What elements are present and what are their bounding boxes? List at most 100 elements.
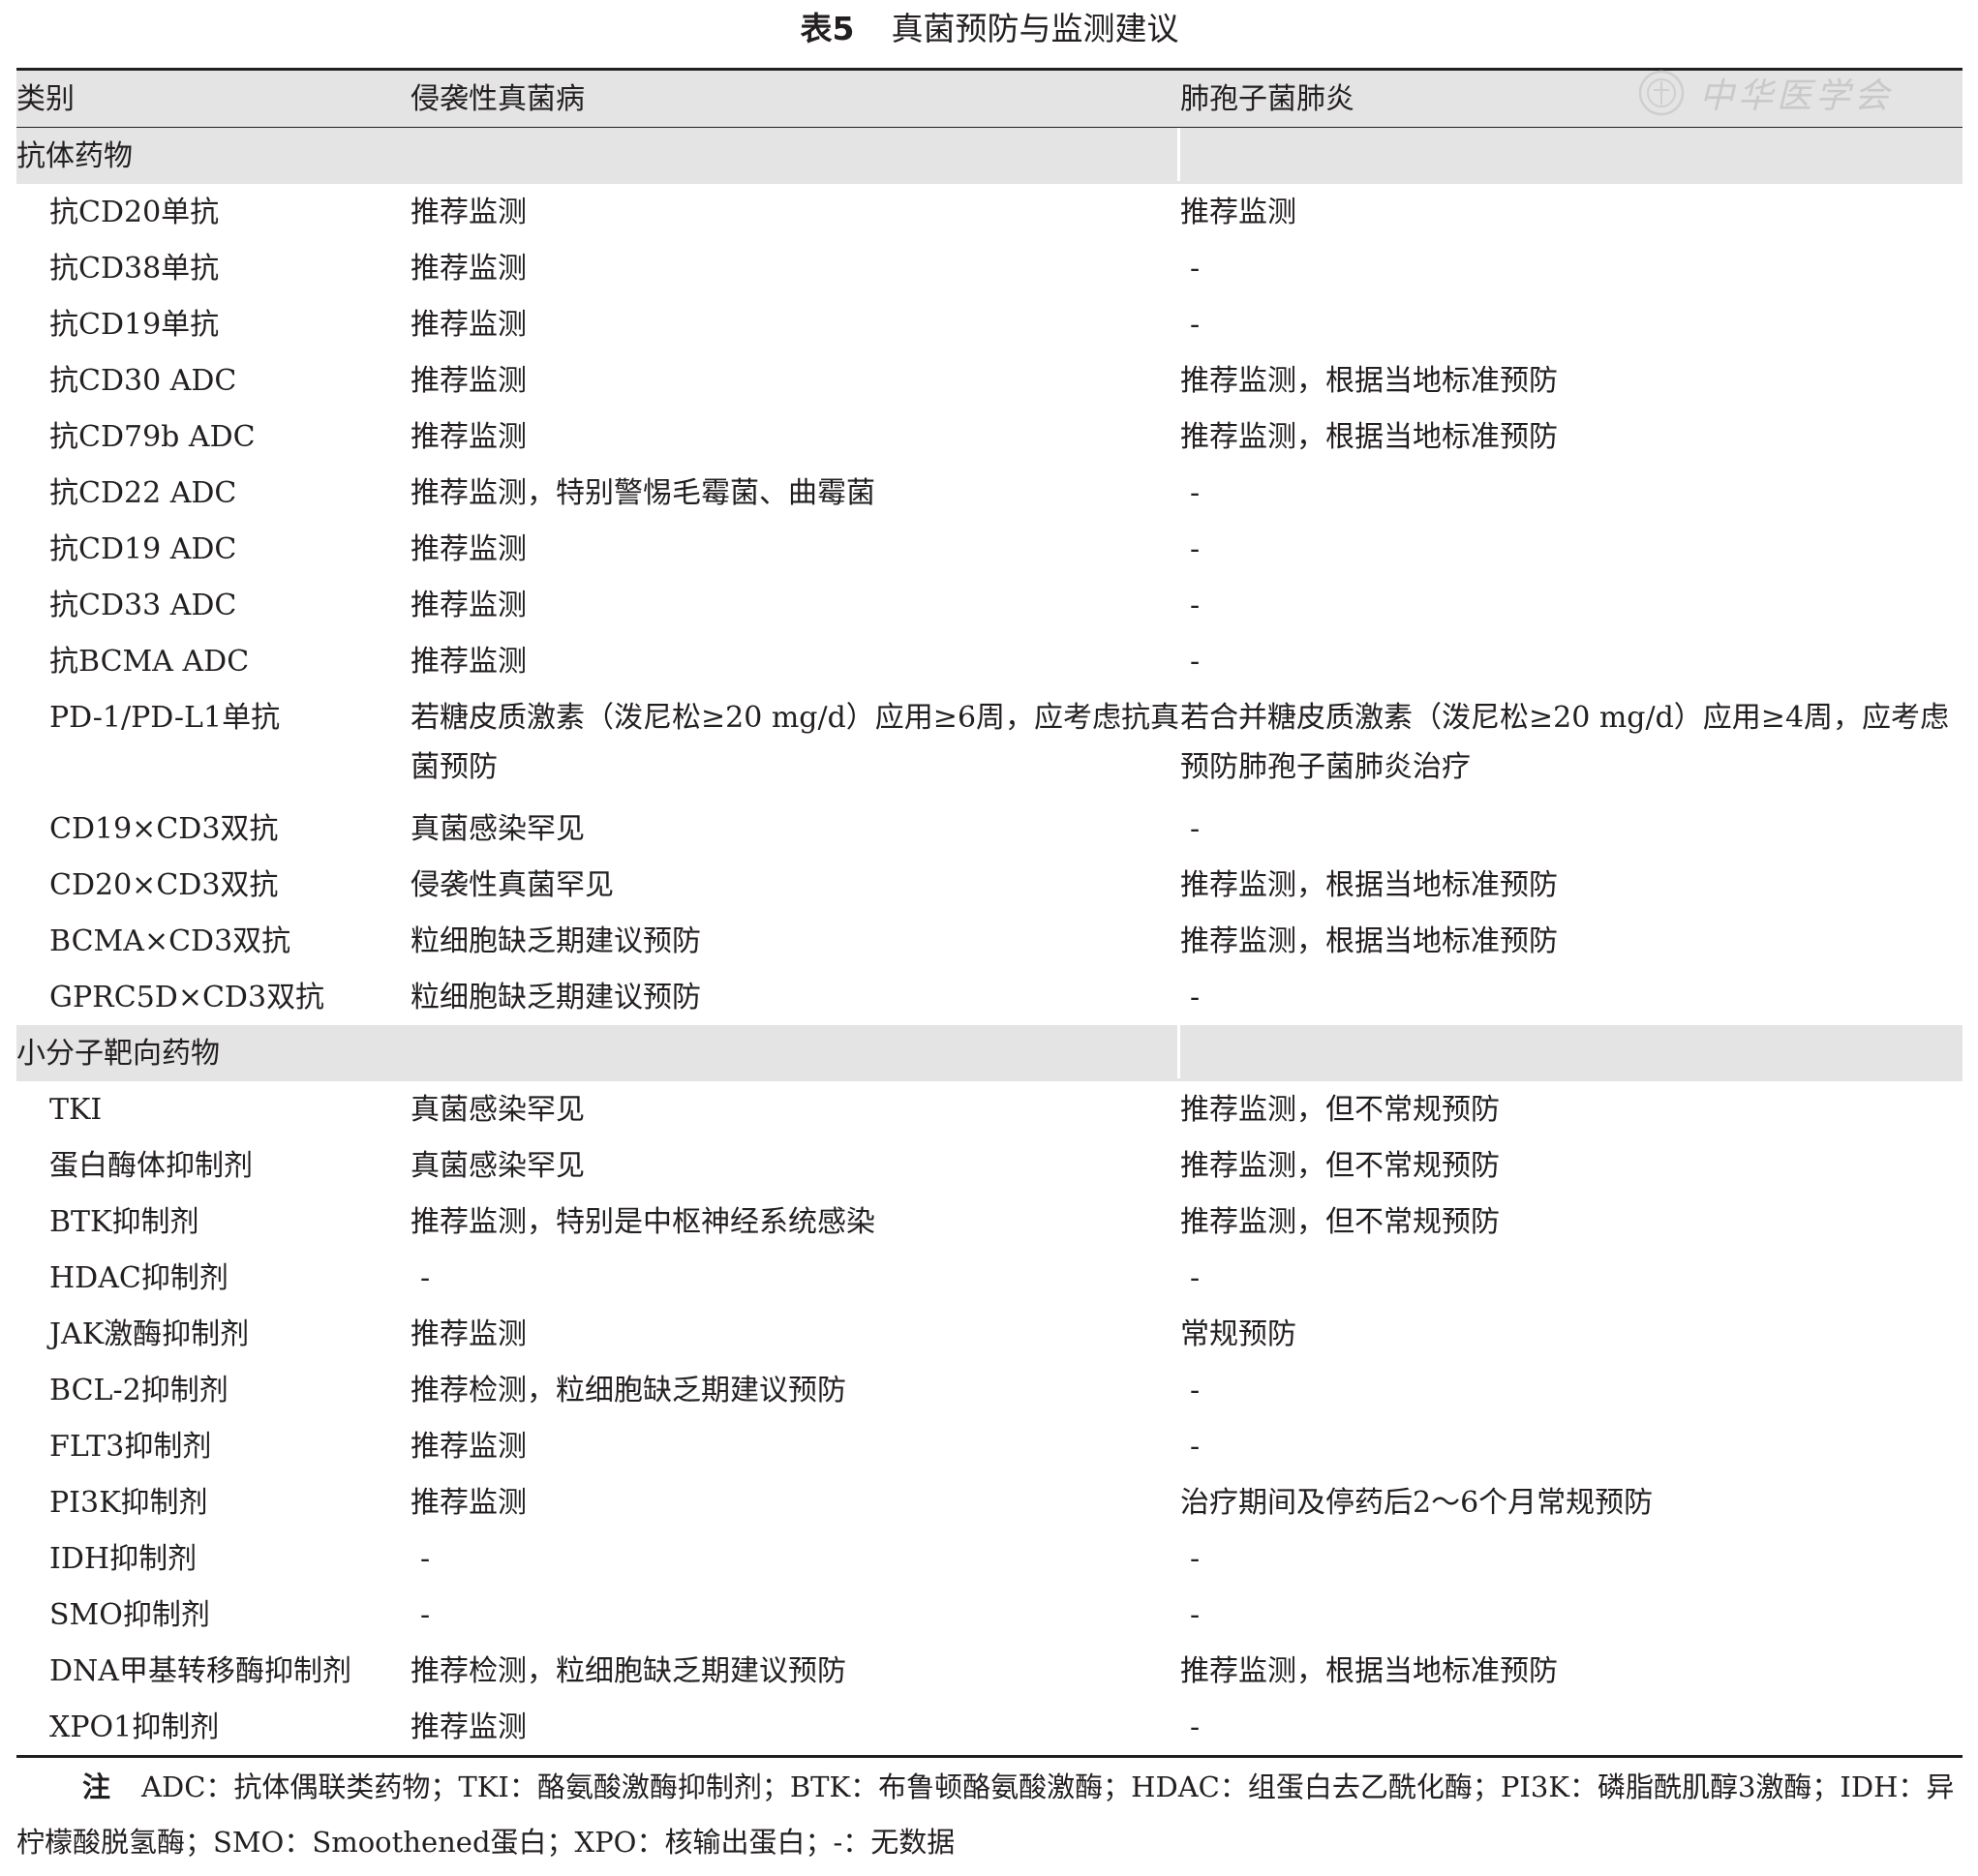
drug-name-cell: CD20×CD3双抗 — [49, 868, 279, 902]
drug-name-cell: 抗CD79b ADC — [49, 420, 256, 454]
drug-name-cell: SMO抑制剂 — [49, 1598, 210, 1632]
column-header-category: 类别 — [16, 82, 75, 116]
drug-name-cell: HDAC抑制剂 — [49, 1261, 228, 1295]
table-row: 抗CD19 ADC 推荐监测 - — [16, 521, 1963, 577]
invasive-fungal-cell: 推荐监测 — [411, 196, 527, 229]
drug-name-cell: PD-1/PD-L1单抗 — [49, 701, 281, 735]
society-seal-icon — [1638, 70, 1685, 116]
table-row: IDH抑制剂 - - — [16, 1530, 1963, 1587]
table-title: 真菌预防与监测建议 — [891, 10, 1179, 47]
table-row: CD20×CD3双抗 侵袭性真菌罕见 推荐监测，根据当地标准预防 — [16, 857, 1963, 913]
pneumocystis-cell: 治疗期间及停药后2～6个月常规预防 — [1180, 1486, 1654, 1520]
table-row: CD19×CD3双抗 真菌感染罕见 - — [16, 801, 1963, 857]
table-row: GPRC5D×CD3双抗 粒细胞缺乏期建议预防 - — [16, 969, 1963, 1025]
table-row: BTK抑制剂 推荐监测，特别是中枢神经系统感染 推荐监测，但不常规预防 — [16, 1194, 1963, 1250]
footnote-label: 注 — [82, 1770, 111, 1803]
drug-name-cell: 抗CD22 ADC — [49, 476, 237, 510]
invasive-fungal-cell: 推荐检测，粒细胞缺乏期建议预防 — [411, 1654, 846, 1688]
section-title: 抗体药物 — [16, 128, 1180, 181]
pneumocystis-cell: 推荐监测，根据当地标准预防 — [1180, 924, 1558, 958]
invasive-fungal-cell: 真菌感染罕见 — [411, 812, 585, 846]
section-empty-cell — [1180, 128, 1963, 132]
drug-name-cell: FLT3抑制剂 — [49, 1430, 212, 1464]
invasive-fungal-cell: 推荐监测 — [411, 532, 527, 566]
pneumocystis-cell: - — [1190, 252, 1201, 286]
table-row: TKI 真菌感染罕见 推荐监测，但不常规预防 — [16, 1081, 1963, 1137]
pneumocystis-cell: - — [1190, 1374, 1201, 1407]
invasive-fungal-cell: 推荐检测，粒细胞缺乏期建议预防 — [411, 1374, 846, 1407]
pneumocystis-cell: 推荐监测，但不常规预防 — [1180, 1205, 1500, 1239]
invasive-fungal-cell: 推荐监测 — [411, 420, 527, 454]
table-body: 抗体药物 抗CD20单抗 推荐监测 推荐监测 抗CD38单抗 推荐监测 - 抗CD19单抗 推荐… — [16, 128, 1963, 1755]
drug-name-cell: 抗BCMA ADC — [49, 645, 250, 679]
pneumocystis-cell: 推荐监测，但不常规预防 — [1180, 1093, 1500, 1127]
pneumocystis-cell: 推荐监测，根据当地标准预防 — [1180, 420, 1558, 454]
pneumocystis-cell: 推荐监测 — [1180, 196, 1296, 229]
pneumocystis-cell: - — [1190, 1430, 1201, 1464]
pneumocystis-cell: - — [1190, 1598, 1201, 1632]
invasive-fungal-cell: 推荐监测 — [411, 364, 527, 398]
pneumocystis-cell: - — [1190, 532, 1201, 566]
pneumocystis-cell: - — [1190, 645, 1201, 679]
pneumocystis-cell: - — [1190, 1710, 1201, 1744]
table-row: 抗BCMA ADC 推荐监测 - — [16, 633, 1963, 689]
pneumocystis-cell: - — [1190, 1261, 1201, 1295]
table-row: BCMA×CD3双抗 粒细胞缺乏期建议预防 推荐监测，根据当地标准预防 — [16, 913, 1963, 969]
footnote-text: ADC：抗体偶联类药物；TKI：酪氨酸激酶抑制剂；BTK：布鲁顿酪氨酸激酶；HD… — [16, 1770, 1955, 1859]
invasive-fungal-cell: 推荐监测 — [411, 1710, 527, 1744]
pneumocystis-cell: - — [1190, 476, 1201, 510]
table-row: XPO1抑制剂 推荐监测 - — [16, 1699, 1963, 1755]
bottom-rule — [16, 1755, 1963, 1758]
column-header-invasive-fungal: 侵袭性真菌病 — [411, 82, 585, 116]
invasive-fungal-cell: - — [420, 1261, 431, 1295]
drug-name-cell: TKI — [49, 1093, 103, 1127]
drug-name-cell: DNA甲基转移酶抑制剂 — [49, 1654, 351, 1688]
section-row: 抗体药物 — [16, 128, 1963, 184]
drug-name-cell: BCL-2抑制剂 — [49, 1374, 228, 1407]
pneumocystis-cell: 若合并糖皮质激素（泼尼松≥20 mg/d）应用≥4周，应考虑预防肺孢子菌肺炎治疗 — [1180, 701, 1950, 784]
table-row: DNA甲基转移酶抑制剂 推荐检测，粒细胞缺乏期建议预防 推荐监测，根据当地标准预防 — [16, 1643, 1963, 1699]
pneumocystis-cell: - — [1190, 1542, 1201, 1576]
table-row: BCL-2抑制剂 推荐检测，粒细胞缺乏期建议预防 - — [16, 1362, 1963, 1418]
table-row: PI3K抑制剂 推荐监测 治疗期间及停药后2～6个月常规预防 — [16, 1474, 1963, 1530]
watermark: 中华医学会 — [1637, 64, 1928, 122]
invasive-fungal-cell: 侵袭性真菌罕见 — [411, 868, 614, 902]
pneumocystis-cell: - — [1190, 812, 1201, 846]
drug-name-cell: CD19×CD3双抗 — [49, 812, 279, 846]
table-row: SMO抑制剂 - - — [16, 1587, 1963, 1643]
invasive-fungal-cell: 推荐监测，特别是中枢神经系统感染 — [411, 1205, 875, 1239]
pneumocystis-cell: - — [1190, 981, 1201, 1014]
table-row: JAK激酶抑制剂 推荐监测 常规预防 — [16, 1306, 1963, 1362]
invasive-fungal-cell: 推荐监测 — [411, 1430, 527, 1464]
drug-name-cell: 蛋白酶体抑制剂 — [49, 1149, 253, 1183]
table-row: 抗CD22 ADC 推荐监测，特别警惕毛霉菌、曲霉菌 - — [16, 465, 1963, 521]
invasive-fungal-cell: 真菌感染罕见 — [411, 1093, 585, 1127]
table-row: 蛋白酶体抑制剂 真菌感染罕见 推荐监测，但不常规预防 — [16, 1137, 1963, 1194]
invasive-fungal-cell: - — [420, 1542, 431, 1576]
invasive-fungal-cell: 粒细胞缺乏期建议预防 — [411, 981, 701, 1014]
drug-name-cell: 抗CD33 ADC — [49, 589, 237, 622]
drug-name-cell: XPO1抑制剂 — [49, 1710, 220, 1744]
invasive-fungal-cell: 推荐监测 — [411, 1317, 527, 1351]
pneumocystis-cell: 推荐监测，根据当地标准预防 — [1180, 1654, 1558, 1688]
section-title: 小分子靶向药物 — [16, 1025, 1180, 1078]
pneumocystis-cell: 推荐监测，但不常规预防 — [1180, 1149, 1500, 1183]
pneumocystis-cell: - — [1190, 589, 1201, 622]
pneumocystis-cell: 推荐监测，根据当地标准预防 — [1180, 364, 1558, 398]
table-page: 表5 真菌预防与监测建议 类别 侵袭性真菌病 肺孢子菌肺炎 抗体药物 抗CD20单抗… — [16, 0, 1963, 1870]
drug-name-cell: JAK激酶抑制剂 — [49, 1317, 250, 1351]
invasive-fungal-cell: 真菌感染罕见 — [411, 1149, 585, 1183]
table-caption: 表5 真菌预防与监测建议 — [16, 0, 1963, 54]
table-row: HDAC抑制剂 - - — [16, 1250, 1963, 1306]
pneumocystis-cell: 常规预防 — [1180, 1317, 1296, 1351]
drug-name-cell: IDH抑制剂 — [49, 1542, 198, 1576]
drug-name-cell: BCMA×CD3双抗 — [49, 924, 291, 958]
invasive-fungal-cell: 推荐监测 — [411, 308, 527, 342]
table-row: 抗CD19单抗 推荐监测 - — [16, 296, 1963, 352]
pneumocystis-cell: - — [1190, 308, 1201, 342]
section-row: 小分子靶向药物 — [16, 1025, 1963, 1081]
table-row: 抗CD33 ADC 推荐监测 - — [16, 577, 1963, 633]
table-row: PD-1/PD-L1单抗 若糖皮质激素（泼尼松≥20 mg/d）应用≥6周，应考虑… — [16, 689, 1963, 801]
invasive-fungal-cell: 推荐监测 — [411, 589, 527, 622]
drug-name-cell: PI3K抑制剂 — [49, 1486, 208, 1520]
